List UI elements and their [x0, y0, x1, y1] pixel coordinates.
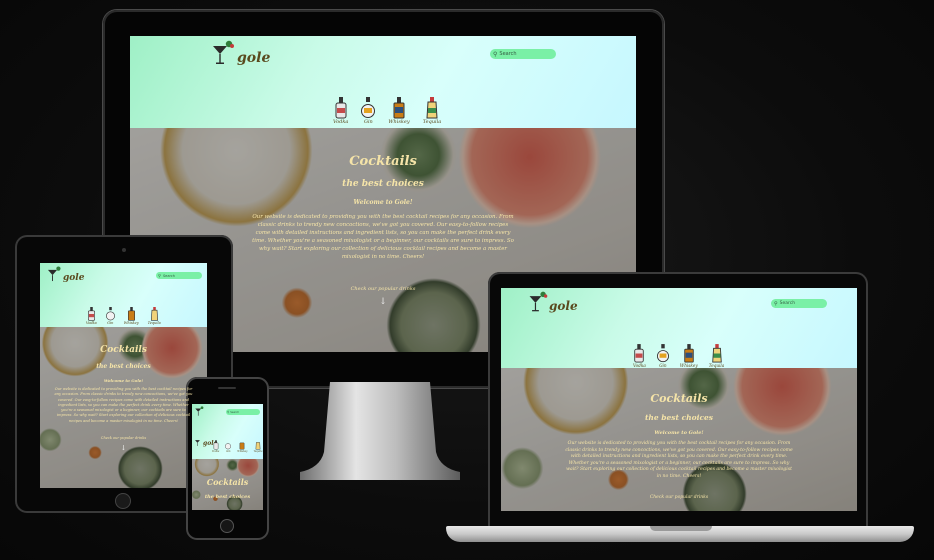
category-gin[interactable]: Gin: [361, 97, 376, 125]
hero-description: Our website is dedicated to providing yo…: [54, 387, 193, 423]
hero-welcome: Welcome to Gole!: [353, 199, 413, 206]
category-nav: Vodka Gin Whiskey Tequila: [633, 344, 724, 368]
category-gin[interactable]: Gin: [105, 307, 115, 325]
tablet-camera: [122, 248, 126, 252]
cta-label: Check our popular drinks: [649, 494, 709, 500]
search-icon: ⚲: [774, 300, 778, 307]
whiskey-bottle-icon: [393, 97, 405, 119]
cta-label: Check our popular drinks: [350, 286, 416, 292]
category-label: Whiskey: [388, 119, 410, 125]
category-tequila[interactable]: Tequila: [709, 344, 724, 368]
hero-section: Cocktails the best choices Welcome to Go…: [501, 368, 857, 511]
arrow-down-icon: ↓: [379, 297, 387, 307]
popular-drinks-link[interactable]: Check our popular drinks ↓: [40, 436, 207, 452]
search-icon: ⚲: [227, 410, 230, 414]
gin-bottle-icon: [656, 344, 669, 363]
tequila-bottle-icon: [426, 97, 438, 119]
category-tequila[interactable]: Tequila: [253, 440, 263, 453]
gin-bottle-icon: [225, 443, 232, 450]
hero-title: Cocktails: [349, 154, 417, 169]
search-placeholder: Search: [499, 51, 517, 57]
popular-drinks-link[interactable]: Check our popular drinks: [501, 495, 857, 500]
gin-bottle-icon: [105, 307, 115, 321]
search-input[interactable]: ⚲ Search: [771, 299, 827, 308]
cocktail-glass-icon: [47, 266, 61, 282]
category-vodka[interactable]: Vodka: [212, 440, 219, 453]
search-input[interactable]: ⚲ Search: [490, 49, 556, 59]
hero-subtitle: the best choices: [96, 363, 151, 370]
site-logo[interactable]: gole: [210, 40, 270, 66]
hero-title: Cocktails: [650, 392, 708, 405]
hero-subtitle: the best choices: [342, 179, 424, 189]
phone-home-button: [221, 520, 233, 532]
vodka-bottle-icon: [87, 307, 95, 321]
category-label: Vodka: [86, 321, 97, 325]
category-whiskey[interactable]: Whiskey: [680, 344, 698, 368]
vodka-bottle-icon: [213, 440, 219, 450]
hero-section: Cocktails the best choices: [192, 459, 263, 510]
search-placeholder: Search: [779, 301, 796, 306]
search-placeholder: Search: [230, 410, 240, 414]
hero-title: Cocktails: [206, 477, 249, 487]
category-label: Vodka: [333, 119, 349, 125]
hero-description: Our website is dedicated to providing yo…: [565, 441, 793, 479]
category-gin[interactable]: Gin: [656, 344, 669, 368]
hero-subtitle: the best choices: [644, 413, 714, 422]
cta-label: Check our popular drinks: [100, 436, 147, 441]
category-whiskey[interactable]: Whiskey: [388, 97, 410, 125]
category-label: Gin: [363, 119, 373, 125]
gin-bottle-icon: [361, 97, 376, 118]
site-header: gole ⚲ Search Vodka Gin Whiskey Tequila: [130, 36, 636, 128]
tequila-bottle-icon: [711, 344, 722, 363]
hero-welcome: Welcome to Gole!: [103, 378, 144, 383]
logo-text: gole: [63, 273, 85, 283]
hero-welcome: Welcome to Gole!: [654, 430, 704, 436]
logo-text: gole: [237, 50, 271, 66]
tequila-bottle-icon: [255, 442, 261, 450]
category-tequila[interactable]: Tequila: [422, 97, 442, 125]
whiskey-bottle-icon: [240, 442, 245, 450]
vodka-bottle-icon: [335, 97, 347, 119]
hero-section: Cocktails the best choices Welcome to Go…: [130, 128, 636, 352]
category-nav: Vodka Gin Whiskey Tequila: [333, 97, 441, 125]
category-label: Vodka: [212, 450, 220, 453]
category-vodka[interactable]: Vodka: [86, 307, 97, 325]
category-label: Tequila: [253, 450, 263, 453]
category-label: Gin: [107, 321, 114, 325]
site-logo[interactable]: gole: [46, 266, 84, 283]
laptop-notch: [650, 526, 712, 531]
hero-description: Our website is dedicated to providing yo…: [252, 214, 514, 260]
tablet-home-button: [116, 494, 130, 508]
desktop-screen: gole ⚲ Search Vodka Gin Whiskey Tequila …: [130, 36, 636, 352]
popular-drinks-link[interactable]: Check our popular drinks ↓: [130, 286, 636, 307]
category-label: Whiskey: [237, 450, 248, 453]
arrow-down-icon: ↓: [120, 444, 127, 453]
monitor-stand: [300, 382, 460, 480]
cocktail-glass-icon: [213, 40, 234, 64]
whiskey-bottle-icon: [684, 344, 694, 363]
category-vodka[interactable]: Vodka: [333, 97, 348, 125]
phone-speaker: [218, 387, 236, 389]
category-nav: Vodka Gin Whiskey Tequila: [212, 440, 262, 453]
hero-section: Cocktails the best choices Welcome to Go…: [40, 327, 207, 488]
category-gin[interactable]: Gin: [225, 440, 232, 453]
category-whiskey[interactable]: Whiskey: [237, 440, 248, 453]
category-label: Tequila: [422, 119, 442, 125]
search-icon: ⚲: [493, 50, 498, 58]
category-label: Gin: [226, 450, 231, 453]
hero-title: Cocktails: [100, 345, 147, 355]
hero-subtitle: the best choices: [204, 494, 251, 500]
search-input[interactable]: ⚲ Search: [226, 409, 260, 415]
